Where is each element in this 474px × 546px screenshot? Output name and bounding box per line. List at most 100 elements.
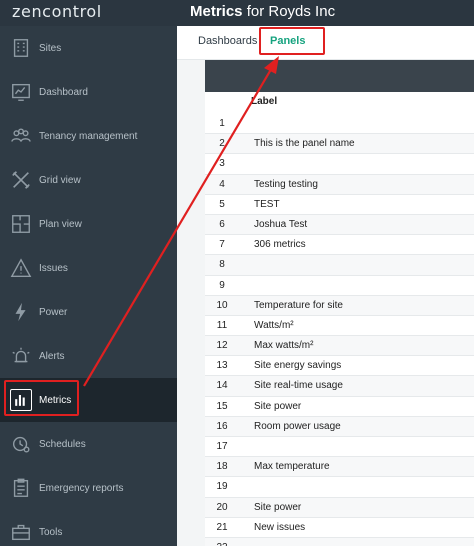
sidebar-item-power[interactable]: Power [0,290,177,334]
table-row[interactable]: 18 Max temperature [205,457,474,478]
logo: zencontrol [12,2,102,21]
sidebar-item-label: Tools [39,526,63,538]
sidebar-item-metrics[interactable]: Metrics [0,378,177,422]
clipboard-icon [9,476,33,500]
sidebar-item-label: Emergency reports [39,482,124,494]
users-icon [9,124,33,148]
row-number: 20 [216,501,228,513]
sidebar-item-plan-view[interactable]: Plan view [0,202,177,246]
sidebar-item-label: Issues [39,262,68,274]
top-header: zencontrol Metrics for Royds Inc [0,0,474,26]
table-row[interactable]: 17 [205,437,474,458]
toolbox-icon [9,520,33,544]
row-number: 9 [219,279,225,291]
table-header: Label [205,92,474,114]
sidebar-item-issues[interactable]: Issues [0,246,177,290]
row-number: 18 [216,461,228,473]
row-label: This is the panel name [254,138,355,150]
sidebar-item-tenancy-management[interactable]: Tenancy management [0,114,177,158]
row-number: 8 [219,259,225,271]
row-label: 306 metrics [254,239,306,251]
table-row[interactable]: 15 Site power [205,396,474,417]
sidebar-item-label: Metrics [39,394,72,406]
table-row[interactable]: 12 Max watts/m² [205,336,474,357]
row-number: 14 [216,380,228,392]
tools-icon [9,168,33,192]
table-row[interactable]: 9 [205,275,474,296]
row-label: Site power [254,501,302,513]
building-icon [9,36,33,60]
row-label: Max temperature [254,461,330,473]
sidebar-item-grid-view[interactable]: Grid view [0,158,177,202]
table-row[interactable]: 4 Testing testing [205,174,474,195]
table-row[interactable]: 14 Site real-time usage [205,376,474,397]
tab-bar: Dashboards Panels [177,26,474,60]
table-row[interactable]: 6 Joshua Test [205,214,474,236]
row-label: Joshua Test [254,218,308,230]
table-toolbar [205,60,474,92]
row-label: Site energy savings [254,360,342,372]
table-row[interactable]: 20 Site power [205,497,474,518]
column-header-label: Label [251,96,278,107]
row-number: 7 [219,239,225,251]
row-number: 4 [219,178,225,190]
page-title-suffix: for Royds Inc [242,3,336,20]
tab-panels[interactable]: Panels [270,26,305,60]
row-number: 22 [205,542,239,546]
tab-dashboards[interactable]: Dashboards [198,26,257,60]
table-row[interactable]: 19 [205,477,474,498]
sidebar-item-schedules[interactable]: Schedules [0,422,177,466]
row-number: 15 [216,400,228,412]
row-number: 3 [219,158,225,170]
sidebar-item-label: Sites [39,42,62,54]
row-number: 17 [216,441,228,452]
sidebar-item-label: Tenancy management [39,130,138,142]
page-title: Metrics for Royds Inc [190,0,335,26]
row-number: 2 [219,138,225,150]
dashboard-icon [9,80,33,104]
row-number: 10 [216,299,228,311]
row-label: Watts/m² [254,319,294,331]
sidebar-item-tools[interactable]: Tools [0,510,177,546]
table-row[interactable]: 5 TEST [205,194,474,215]
row-label: Testing testing [254,178,318,190]
sidebar-item-label: Plan view [39,218,82,230]
table-row[interactable]: 2 This is the panel name [205,134,474,155]
row-number: 13 [216,360,228,372]
table-row[interactable]: 11 Watts/m² [205,315,474,337]
clock-icon [9,432,33,456]
sidebar-item-emergency-reports[interactable]: Emergency reports [0,466,177,510]
page-title-main: Metrics [190,3,243,20]
table-row[interactable]: 1 [205,114,474,135]
row-number: 21 [216,521,228,533]
table-row[interactable]: 16 Room power usage [205,416,474,437]
sidebar-item-label: Schedules [39,438,86,450]
sidebar-item-label: Dashboard [39,86,88,98]
panels-table: Label 1 2 This is the panel name 3 4 Testi… [177,60,474,546]
row-label: Temperature for site [254,299,343,311]
row-number: 6 [219,218,225,230]
row-number: 1 [219,118,225,129]
table-row[interactable]: 22 [205,537,474,546]
table-row[interactable]: 13 Site energy savings [205,356,474,377]
lightning-icon [9,300,33,324]
table-row[interactable]: 10 Temperature for site [205,295,474,316]
sidebar: Sites Dashboard Tenancy management Grid … [0,26,177,546]
row-number: 16 [216,420,228,432]
row-label: Room power usage [254,420,341,432]
sidebar-item-label: Power [39,306,68,318]
row-number: 11 [216,319,228,331]
sidebar-item-dashboard[interactable]: Dashboard [0,70,177,114]
row-number: 12 [216,340,228,352]
sidebar-item-sites[interactable]: Sites [0,26,177,70]
row-label: Max watts/m² [254,340,314,352]
table-row[interactable]: 8 [205,255,474,276]
table-rows: 1 2 This is the panel name 3 4 Testing tes… [205,114,474,546]
sidebar-item-alerts[interactable]: Alerts [0,334,177,378]
alarm-icon [9,344,33,368]
table-row[interactable]: 7 306 metrics [205,235,474,256]
row-label: Site real-time usage [254,380,343,392]
plan-icon [9,212,33,236]
table-row[interactable]: 3 [205,154,474,175]
table-row[interactable]: 21 New issues [205,517,474,538]
